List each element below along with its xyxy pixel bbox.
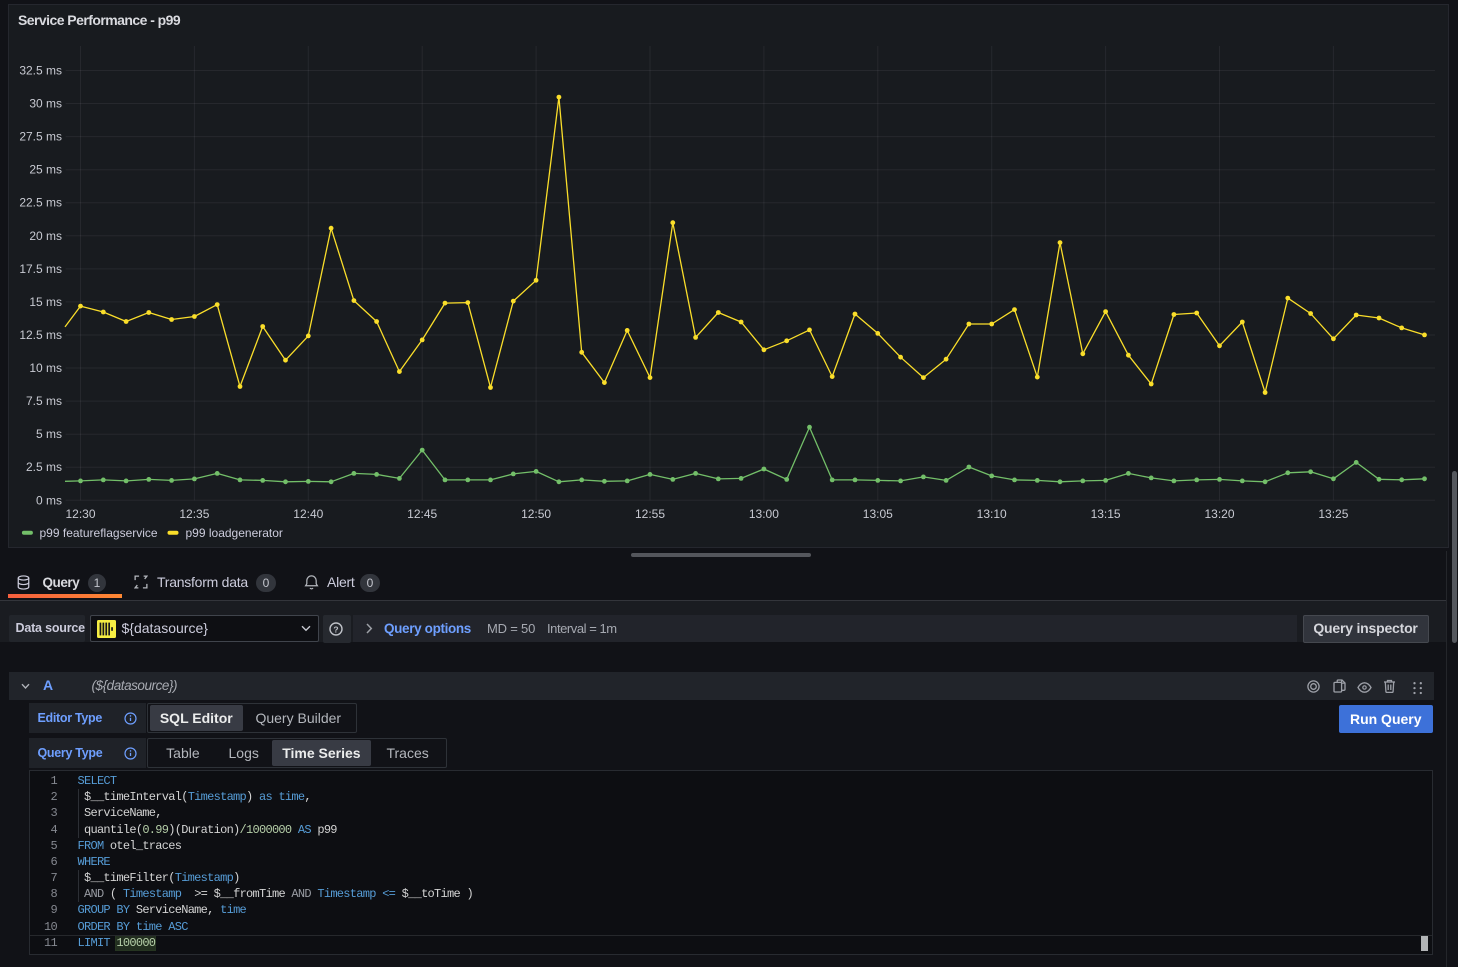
svg-text:12:50: 12:50	[521, 507, 551, 521]
svg-text:20 ms: 20 ms	[29, 229, 62, 243]
svg-text:32.5 ms: 32.5 ms	[19, 64, 62, 78]
svg-text:13:05: 13:05	[863, 507, 893, 521]
svg-text:22.5 ms: 22.5 ms	[19, 196, 62, 210]
svg-text:?: ?	[333, 624, 338, 634]
svg-text:5 ms: 5 ms	[36, 427, 62, 441]
svg-text:13:25: 13:25	[1318, 507, 1348, 521]
svg-text:17.5 ms: 17.5 ms	[19, 262, 62, 276]
svg-text:10 ms: 10 ms	[29, 361, 62, 375]
svg-text:27.5 ms: 27.5 ms	[19, 130, 62, 144]
svg-text:13:00: 13:00	[749, 507, 779, 521]
svg-text:2.5 ms: 2.5 ms	[26, 460, 62, 474]
svg-text:12:40: 12:40	[293, 507, 323, 521]
svg-text:0 ms: 0 ms	[36, 493, 62, 507]
svg-text:15 ms: 15 ms	[29, 295, 62, 309]
svg-text:25 ms: 25 ms	[29, 163, 62, 177]
svg-text:12:30: 12:30	[65, 507, 95, 521]
svg-text:12:35: 12:35	[179, 507, 209, 521]
svg-text:p99 featureflagservice: p99 featureflagservice	[40, 526, 158, 540]
svg-text:30 ms: 30 ms	[29, 97, 62, 111]
svg-text:12.5 ms: 12.5 ms	[19, 328, 62, 342]
svg-text:13:15: 13:15	[1091, 507, 1121, 521]
svg-text:13:10: 13:10	[977, 507, 1007, 521]
svg-text:p99 loadgenerator: p99 loadgenerator	[186, 526, 283, 540]
svg-text:7.5 ms: 7.5 ms	[26, 394, 62, 408]
svg-text:13:20: 13:20	[1204, 507, 1234, 521]
svg-text:12:55: 12:55	[635, 507, 665, 521]
svg-text:12:45: 12:45	[407, 507, 437, 521]
